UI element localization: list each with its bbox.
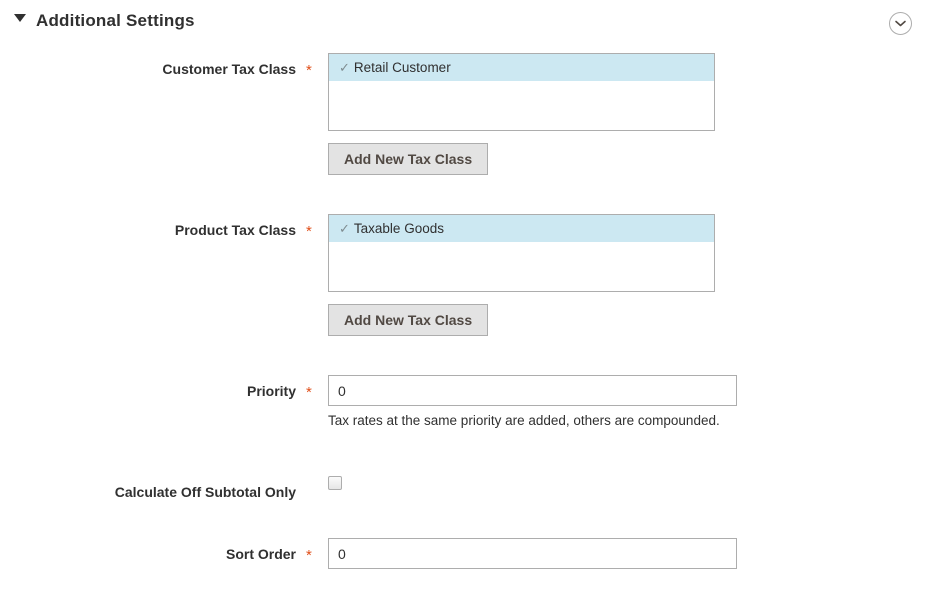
check-icon: ✓ xyxy=(339,60,350,75)
triangle-down-icon xyxy=(14,14,26,22)
add-new-tax-class-button-customer[interactable]: Add New Tax Class xyxy=(328,143,489,175)
chevron-down-circle-icon[interactable] xyxy=(889,12,912,35)
product-tax-class-label: Product Tax Class xyxy=(174,222,296,238)
list-item-label: Taxable Goods xyxy=(353,221,444,236)
list-item-label: Retail Customer xyxy=(353,60,451,75)
priority-note: Tax rates at the same priority are added… xyxy=(328,413,720,428)
required-marker: * xyxy=(306,384,312,401)
calculate-off-subtotal-only-checkbox[interactable] xyxy=(328,476,342,490)
priority-label: Priority xyxy=(246,383,296,399)
check-icon: ✓ xyxy=(339,221,350,236)
list-item[interactable]: ✓ Taxable Goods xyxy=(329,215,714,242)
customer-tax-class-label: Customer Tax Class xyxy=(162,61,296,77)
sort-order-label: Sort Order xyxy=(225,546,296,562)
list-item[interactable]: ✓ Retail Customer xyxy=(329,54,714,81)
required-marker: * xyxy=(306,62,312,79)
required-marker: * xyxy=(306,547,312,564)
add-new-tax-class-button-product[interactable]: Add New Tax Class xyxy=(328,304,489,336)
priority-input[interactable] xyxy=(328,375,737,406)
customer-tax-class-multiselect[interactable]: ✓ Retail Customer xyxy=(328,53,715,131)
calculate-off-subtotal-only-label: Calculate Off Subtotal Only xyxy=(114,484,296,500)
page-title: Additional Settings xyxy=(36,11,195,30)
product-tax-class-multiselect[interactable]: ✓ Taxable Goods xyxy=(328,214,715,292)
additional-settings-header[interactable]: Additional Settings xyxy=(0,0,928,44)
sort-order-input[interactable] xyxy=(328,538,737,569)
required-marker: * xyxy=(306,223,312,240)
